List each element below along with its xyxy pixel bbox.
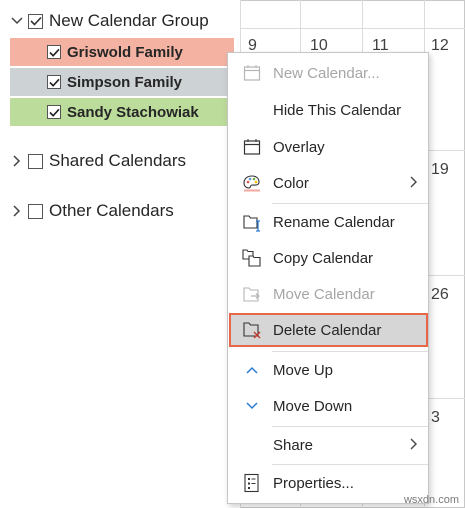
calendar-label: Simpson Family (67, 73, 183, 91)
chevron-down-icon (242, 396, 262, 416)
group-shared-calendars[interactable]: Shared Calendars (10, 148, 186, 174)
calendar-item-sandy[interactable]: Sandy Stachowiak (10, 98, 234, 126)
chevron-down-icon[interactable] (10, 14, 24, 28)
submenu-arrow-icon (410, 175, 418, 192)
calendar-checkbox[interactable] (47, 105, 61, 119)
palette-icon (242, 173, 262, 193)
group-label: Other Calendars (49, 201, 174, 220)
menu-label: Rename Calendar (273, 213, 395, 231)
day-number[interactable]: 3 (431, 409, 440, 427)
calendar-icon (242, 63, 262, 83)
submenu-arrow-icon (410, 437, 418, 454)
menu-item-rename-calendar[interactable]: Rename Calendar (228, 205, 428, 239)
menu-item-new-calendar[interactable]: New Calendar... (228, 56, 428, 90)
group-checkbox[interactable] (28, 13, 43, 29)
menu-label: Move Up (273, 361, 334, 379)
rename-icon (242, 212, 262, 232)
menu-item-copy-calendar[interactable]: Copy Calendar (228, 241, 428, 275)
menu-item-move-up[interactable]: Move Up (228, 353, 428, 387)
menu-label: Move Down (273, 397, 353, 415)
day-number[interactable]: 26 (431, 286, 449, 304)
menu-item-delete-calendar[interactable]: Delete Calendar (228, 313, 428, 347)
group-label: New Calendar Group (49, 11, 209, 30)
menu-item-overlay[interactable]: Overlay (228, 130, 428, 164)
menu-item-share[interactable]: Share (228, 428, 428, 462)
calendar-checkbox[interactable] (47, 75, 61, 89)
calendar-label: Griswold Family (67, 43, 183, 61)
chevron-up-icon (242, 360, 262, 380)
calendar-nav-pane: New Calendar Group Griswold Family Simps… (0, 0, 240, 508)
menu-label: New Calendar... (273, 64, 380, 82)
menu-separator (272, 351, 428, 352)
group-checkbox[interactable] (28, 153, 43, 169)
menu-label: Share (273, 436, 314, 454)
chevron-right-icon[interactable] (10, 154, 24, 168)
overlay-icon (242, 137, 262, 157)
copy-icon (242, 248, 262, 268)
menu-label: Properties... (273, 474, 354, 492)
menu-separator (272, 426, 428, 427)
menu-item-hide-calendar[interactable]: Hide This Calendar (228, 93, 428, 127)
chevron-right-icon[interactable] (10, 204, 24, 218)
menu-label: Color (273, 174, 309, 192)
menu-label: Hide This Calendar (273, 101, 402, 119)
menu-label: Overlay (273, 138, 325, 156)
context-menu: New Calendar... Hide This Calendar Overl… (227, 52, 429, 504)
menu-label: Delete Calendar (273, 321, 382, 339)
calendar-item-simpson[interactable]: Simpson Family (10, 68, 234, 96)
menu-separator (272, 203, 428, 204)
delete-folder-icon (242, 320, 262, 340)
group-other-calendars[interactable]: Other Calendars (10, 198, 174, 224)
calendar-item-griswold[interactable]: Griswold Family (10, 38, 234, 66)
menu-item-properties[interactable]: Properties... (228, 466, 428, 500)
group-new-calendar-group[interactable]: New Calendar Group (10, 8, 209, 34)
watermark: wsxdn.com (403, 494, 459, 506)
menu-label: Move Calendar (273, 285, 375, 303)
calendar-label: Sandy Stachowiak (67, 103, 199, 121)
menu-separator (272, 464, 428, 465)
group-checkbox[interactable] (28, 203, 43, 219)
group-label: Shared Calendars (49, 151, 187, 170)
menu-item-move-calendar[interactable]: Move Calendar (228, 277, 428, 311)
menu-label: Copy Calendar (273, 249, 374, 267)
menu-item-move-down[interactable]: Move Down (228, 389, 428, 423)
calendar-checkbox[interactable] (47, 45, 61, 59)
properties-icon (242, 473, 262, 493)
day-number[interactable]: 12 (431, 37, 449, 55)
menu-item-color[interactable]: Color (228, 166, 428, 200)
day-number[interactable]: 19 (431, 161, 449, 179)
move-folder-icon (242, 284, 262, 304)
